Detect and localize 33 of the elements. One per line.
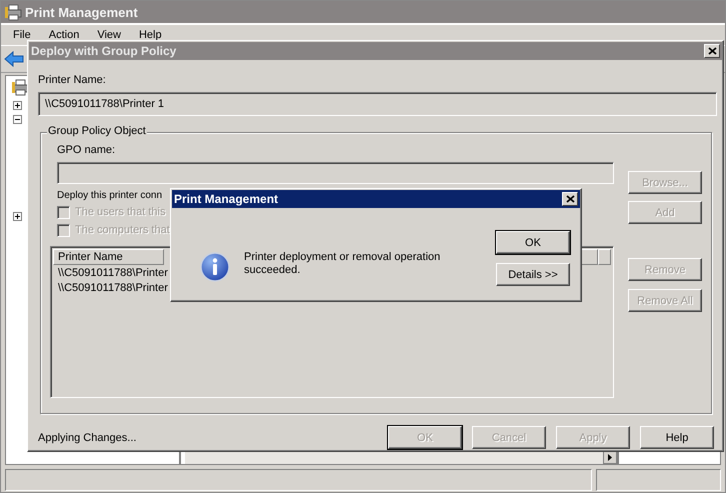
printer-name-field[interactable]: \\C5091011788\Printer 1: [38, 92, 717, 116]
close-icon: [566, 195, 574, 203]
menu-item[interactable]: File: [13, 29, 31, 41]
menu-item[interactable]: Action: [48, 29, 80, 41]
dialog-button[interactable]: Details >>: [496, 263, 570, 286]
deploy-label: Deploy this printer conn: [57, 190, 162, 201]
window-title: Print Management: [25, 4, 138, 20]
dialog-button[interactable]: Help: [640, 426, 714, 449]
tree-toggle[interactable]: [13, 101, 22, 110]
list-row[interactable]: \\C5091011788\Printer: [53, 280, 168, 295]
tree-toggle[interactable]: [13, 212, 22, 221]
field-label: GPO name:: [57, 144, 116, 156]
gpo-name-field[interactable]: [57, 162, 614, 184]
menu-item[interactable]: Help: [138, 29, 162, 41]
dialog-title: Deploy with Group Policy: [31, 44, 176, 58]
scroll-right-icon[interactable]: [603, 451, 618, 464]
back-arrow-icon[interactable]: [4, 51, 24, 67]
column-header[interactable]: [598, 249, 611, 265]
close-icon: [708, 47, 716, 55]
tree-toggle[interactable]: [13, 115, 22, 124]
dialog-button[interactable]: OK: [496, 231, 570, 254]
status-text: Applying Changes...: [38, 432, 138, 444]
dialog-title: Print Management: [174, 192, 278, 206]
close-button[interactable]: [562, 192, 578, 206]
close-button[interactable]: [704, 44, 720, 58]
menu-item[interactable]: View: [97, 29, 121, 41]
list-row[interactable]: \\C5091011788\Printer: [53, 265, 168, 280]
field-label: Printer Name:: [38, 74, 107, 86]
printer-icon: [5, 4, 22, 20]
info-icon: [200, 252, 230, 282]
message-text: Printer deployment or removal operation succeeded.: [244, 251, 442, 278]
column-header[interactable]: Printer Name: [53, 249, 164, 265]
group-title: Group Policy Object: [47, 125, 147, 137]
